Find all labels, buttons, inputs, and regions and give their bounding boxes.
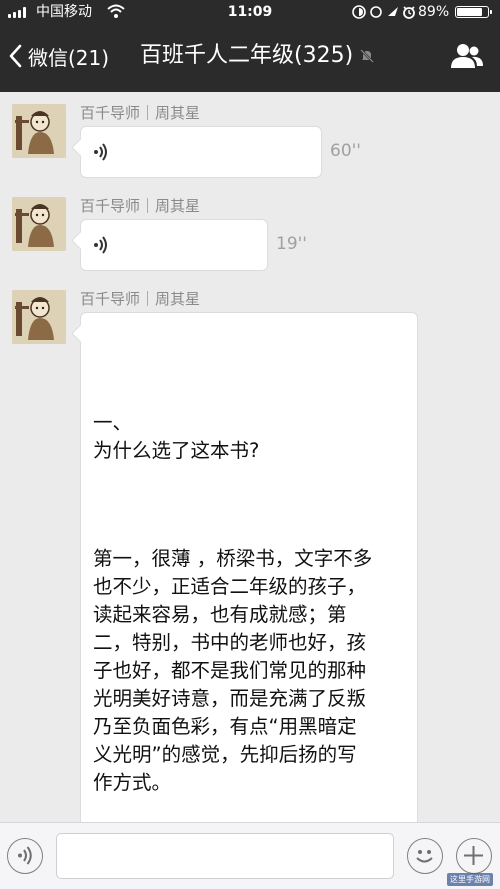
plus-icon (464, 846, 483, 865)
message-line: 光明美好诗意，而是充满了反叛 (93, 687, 367, 710)
voice-duration: 19'' (276, 234, 307, 254)
battery-icon (455, 6, 492, 18)
status-indicator-icons (352, 5, 415, 19)
back-button[interactable]: 微信(21) (8, 38, 109, 74)
input-bar (0, 822, 500, 889)
message-voice: 百千导师｜周其星 19'' (0, 185, 500, 275)
emoji-icon (416, 850, 433, 863)
cellular-signal-icon (8, 7, 30, 18)
avatar-image (12, 104, 66, 158)
avatar[interactable] (12, 104, 66, 158)
battery-percentage: 89% (418, 4, 450, 20)
wifi-icon (107, 4, 125, 18)
voice-message-bubble[interactable] (80, 219, 268, 271)
message-input[interactable] (56, 833, 394, 879)
status-bar: 中国移动 11:09 89% (0, 0, 500, 24)
message-line: 为什么选了这本书? (93, 439, 260, 462)
chat-title: 百班千人二年级(325) (140, 38, 375, 74)
battery-fill (457, 8, 482, 16)
message-text: 百千导师｜周其星 一、 为什么选了这本书? 第一，很薄 ，桥梁书，文字不多 也不… (0, 278, 500, 842)
sender-name: 百千导师｜周其星 (80, 197, 201, 215)
message-line: 第一，很薄 ，桥梁书，文字不多 (93, 547, 373, 570)
chevron-left-icon (9, 44, 22, 68)
more-options-button[interactable] (456, 838, 492, 874)
message-text-block[interactable]: 一、 为什么选了这本书? 第一，很薄 ，桥梁书，文字不多 也不少，正适合二年级的… (93, 409, 415, 797)
header: 中国移动 11:09 89% 微信(21) 百班千人二年级(325) (0, 0, 500, 92)
carrier-name: 中国移动 (36, 4, 92, 20)
message-line: 一、 (93, 411, 133, 434)
voice-wave-icon (94, 236, 107, 254)
voice-input-button[interactable] (7, 838, 43, 874)
message-line (93, 465, 415, 493)
avatar[interactable] (12, 290, 66, 344)
voice-duration: 60'' (330, 141, 361, 161)
message-line: 义光明”的感觉，先抑后扬的写 (93, 743, 357, 766)
emoji-button[interactable] (407, 838, 443, 874)
message-line: 子也好，都不是我们常见的那种 (93, 659, 367, 682)
navigation-bar: 微信(21) 百班千人二年级(325) (0, 28, 500, 84)
voice-wave-icon (94, 143, 107, 161)
message-line (93, 493, 415, 545)
text-message-bubble[interactable]: 一、 为什么选了这本书? 第一，很薄 ，桥梁书，文字不多 也不少，正适合二年级的… (80, 312, 418, 842)
avatar-image (12, 197, 66, 251)
message-line: 也不少，正适合二年级的孩子， (93, 575, 367, 598)
sender-name: 百千导师｜周其星 (80, 104, 201, 122)
back-label: 微信(21) (28, 45, 110, 70)
avatar[interactable] (12, 197, 66, 251)
mute-bell-icon (360, 49, 375, 63)
message-voice: 百千导师｜周其星 60'' (0, 92, 500, 182)
message-line: 作方式。 (93, 771, 172, 794)
message-line: 乃至负面色彩，有点“用黑暗定 (93, 715, 357, 738)
group-members-icon[interactable] (450, 42, 484, 70)
avatar-image (12, 290, 66, 344)
message-line: 读起来容易，也有成就感；第 (93, 603, 347, 626)
message-line: 二，特别，书中的老师也好，孩 (93, 631, 367, 654)
voice-input-icon (18, 846, 32, 865)
sender-name: 百千导师｜周其星 (80, 290, 201, 308)
chat-title-text: 百班千人二年级(325) (140, 43, 354, 68)
watermark-logo: 这里手游网 (447, 873, 493, 886)
voice-message-bubble[interactable] (80, 126, 322, 178)
